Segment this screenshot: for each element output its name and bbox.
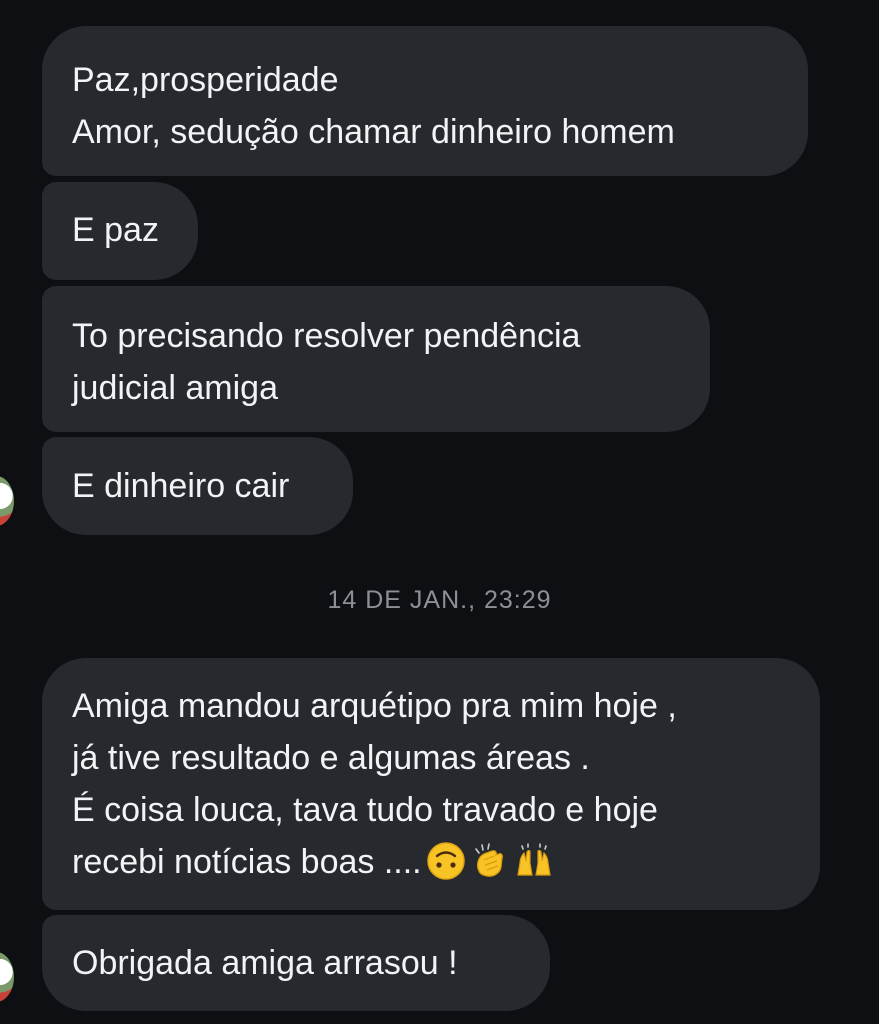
date-separator: 14 DE JAN., 23:29 — [327, 586, 552, 614]
message-bubble[interactable]: Obrigada amiga arrasou ! — [42, 915, 550, 1011]
clapping-hands-icon — [470, 841, 510, 881]
message-bubble[interactable]: E paz — [42, 182, 198, 280]
message-text: Paz,prosperidade — [72, 61, 339, 99]
message-text-with-emoji: recebi notícias boas .... — [72, 836, 790, 888]
message-text: já tive resultado e algumas áreas . — [72, 739, 590, 777]
message-text: Amor, sedução chamar dinheiro homem — [72, 113, 675, 151]
message-text: judicial amiga — [72, 369, 278, 407]
avatar[interactable] — [0, 476, 14, 526]
message-bubble[interactable]: Amiga mandou arquétipo pra mim hoje , já… — [42, 658, 820, 910]
message-text: Obrigada amiga arrasou ! — [72, 944, 458, 982]
message-bubble[interactable]: E dinheiro cair — [42, 437, 353, 535]
message-bubble[interactable]: To precisando resolver pendência judicia… — [42, 286, 710, 432]
message-text: Amiga mandou arquétipo pra mim hoje , — [72, 687, 677, 725]
message-text: E paz — [72, 211, 159, 249]
message-text: É coisa louca, tava tudo travado e hoje — [72, 791, 658, 829]
raising-hands-icon — [514, 841, 554, 881]
chat-thread: Paz,prosperidade Amor, sedução chamar di… — [0, 0, 879, 1024]
message-bubble[interactable]: Paz,prosperidade Amor, sedução chamar di… — [42, 26, 808, 176]
upside-down-face-icon — [426, 841, 466, 881]
message-text: To precisando resolver pendência — [72, 317, 581, 355]
avatar[interactable] — [0, 952, 14, 1002]
message-text: recebi notícias boas .... — [72, 843, 422, 881]
message-text: E dinheiro cair — [72, 467, 290, 505]
